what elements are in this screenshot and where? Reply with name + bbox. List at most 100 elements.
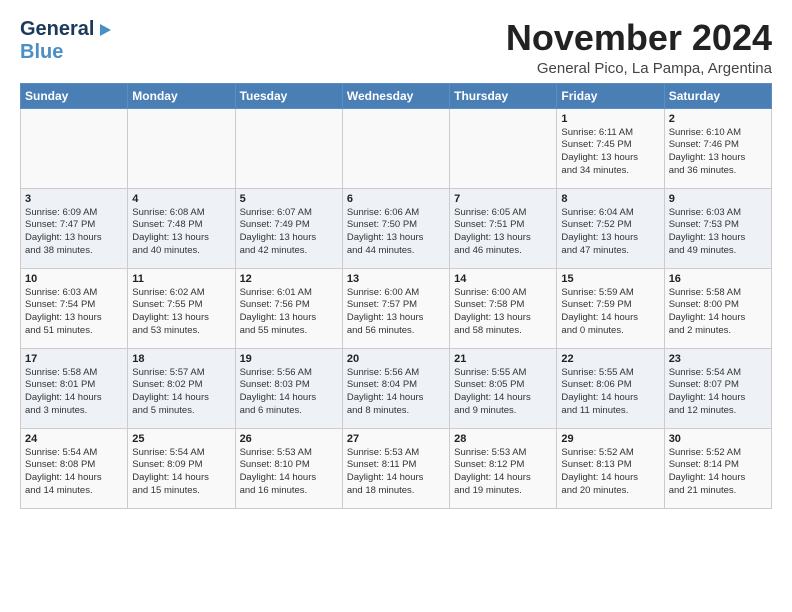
- cell-info: Sunrise: 5:53 AM Sunset: 8:11 PM Dayligh…: [347, 447, 445, 498]
- day-number: 18: [132, 353, 230, 365]
- calendar-cell: 26 Sunrise: 5:53 AM Sunset: 8:10 PM Dayli…: [235, 428, 342, 508]
- cell-info: Sunrise: 5:59 AM Sunset: 7:59 PM Dayligh…: [561, 287, 659, 338]
- cell-info: Sunrise: 6:00 AM Sunset: 7:58 PM Dayligh…: [454, 287, 552, 338]
- day-number: 28: [454, 433, 552, 445]
- calendar-cell: 10 Sunrise: 6:03 AM Sunset: 7:54 PM Dayli…: [21, 268, 128, 348]
- calendar-cell: 20 Sunrise: 5:56 AM Sunset: 8:04 PM Dayli…: [342, 348, 449, 428]
- calendar-cell: [450, 108, 557, 188]
- day-header-wednesday: Wednesday: [342, 83, 449, 108]
- cell-info: Sunrise: 6:01 AM Sunset: 7:56 PM Dayligh…: [240, 287, 338, 338]
- calendar-cell: 30Sunrise: 5:52 AM Sunset: 8:14 PM Dayli…: [664, 428, 771, 508]
- logo-blue-text: Blue: [20, 41, 63, 63]
- day-number: 7: [454, 193, 552, 205]
- calendar-cell: 3Sunrise: 6:09 AM Sunset: 7:47 PM Daylig…: [21, 188, 128, 268]
- cell-info: Sunrise: 6:06 AM Sunset: 7:50 PM Dayligh…: [347, 207, 445, 258]
- calendar-cell: 18 Sunrise: 5:57 AM Sunset: 8:02 PM Dayli…: [128, 348, 235, 428]
- cell-info: Sunrise: 6:00 AM Sunset: 7:57 PM Dayligh…: [347, 287, 445, 338]
- cell-info: Sunrise: 5:53 AM Sunset: 8:12 PM Dayligh…: [454, 447, 552, 498]
- calendar-cell: 2Sunrise: 6:10 AM Sunset: 7:46 PM Daylig…: [664, 108, 771, 188]
- day-number: 22: [561, 353, 659, 365]
- day-number: 25: [132, 433, 230, 445]
- day-number: 15: [561, 273, 659, 285]
- calendar-cell: 22 Sunrise: 5:55 AM Sunset: 8:06 PM Dayli…: [557, 348, 664, 428]
- calendar-cell: 8 Sunrise: 6:04 AM Sunset: 7:52 PM Daylig…: [557, 188, 664, 268]
- calendar-cell: 25 Sunrise: 5:54 AM Sunset: 8:09 PM Dayli…: [128, 428, 235, 508]
- day-number: 20: [347, 353, 445, 365]
- cell-info: Sunrise: 6:02 AM Sunset: 7:55 PM Dayligh…: [132, 287, 230, 338]
- week-row-1: 1 Sunrise: 6:11 AM Sunset: 7:45 PM Daylig…: [21, 108, 772, 188]
- calendar-cell: 5Sunrise: 6:07 AM Sunset: 7:49 PM Daylig…: [235, 188, 342, 268]
- cell-info: Sunrise: 5:53 AM Sunset: 8:10 PM Dayligh…: [240, 447, 338, 498]
- cell-info: Sunrise: 5:54 AM Sunset: 8:07 PM Dayligh…: [669, 367, 767, 418]
- main-title: November 2024: [506, 18, 772, 58]
- cell-info: Sunrise: 5:56 AM Sunset: 8:03 PM Dayligh…: [240, 367, 338, 418]
- subtitle: General Pico, La Pampa, Argentina: [506, 60, 772, 77]
- day-number: 24: [25, 433, 123, 445]
- calendar-cell: 9 Sunrise: 6:03 AM Sunset: 7:53 PM Daylig…: [664, 188, 771, 268]
- day-number: 14: [454, 273, 552, 285]
- day-number: 10: [25, 273, 123, 285]
- cell-info: Sunrise: 5:55 AM Sunset: 8:05 PM Dayligh…: [454, 367, 552, 418]
- cell-info: Sunrise: 5:56 AM Sunset: 8:04 PM Dayligh…: [347, 367, 445, 418]
- cell-info: Sunrise: 5:57 AM Sunset: 8:02 PM Dayligh…: [132, 367, 230, 418]
- title-block: November 2024 General Pico, La Pampa, Ar…: [506, 18, 772, 77]
- calendar-cell: 23 Sunrise: 5:54 AM Sunset: 8:07 PM Dayli…: [664, 348, 771, 428]
- calendar-cell: [128, 108, 235, 188]
- calendar-cell: 1 Sunrise: 6:11 AM Sunset: 7:45 PM Daylig…: [557, 108, 664, 188]
- cell-info: Sunrise: 6:07 AM Sunset: 7:49 PM Dayligh…: [240, 207, 338, 258]
- day-header-sunday: Sunday: [21, 83, 128, 108]
- cell-info: Sunrise: 6:11 AM Sunset: 7:45 PM Dayligh…: [561, 127, 659, 178]
- day-header-saturday: Saturday: [664, 83, 771, 108]
- calendar-table: SundayMondayTuesdayWednesdayThursdayFrid…: [20, 83, 772, 509]
- day-header-friday: Friday: [557, 83, 664, 108]
- cell-info: Sunrise: 5:55 AM Sunset: 8:06 PM Dayligh…: [561, 367, 659, 418]
- day-header-monday: Monday: [128, 83, 235, 108]
- header: General Blue November 2024 General Pico,…: [20, 18, 772, 77]
- calendar-cell: 15 Sunrise: 5:59 AM Sunset: 7:59 PM Dayli…: [557, 268, 664, 348]
- calendar-cell: 19 Sunrise: 5:56 AM Sunset: 8:03 PM Dayli…: [235, 348, 342, 428]
- calendar-cell: 13Sunrise: 6:00 AM Sunset: 7:57 PM Dayli…: [342, 268, 449, 348]
- calendar-cell: 24 Sunrise: 5:54 AM Sunset: 8:08 PM Dayli…: [21, 428, 128, 508]
- calendar-cell: 28 Sunrise: 5:53 AM Sunset: 8:12 PM Dayli…: [450, 428, 557, 508]
- day-number: 19: [240, 353, 338, 365]
- calendar-cell: [342, 108, 449, 188]
- calendar-cell: 17 Sunrise: 5:58 AM Sunset: 8:01 PM Dayli…: [21, 348, 128, 428]
- cell-info: Sunrise: 5:54 AM Sunset: 8:08 PM Dayligh…: [25, 447, 123, 498]
- day-number: 9: [669, 193, 767, 205]
- day-number: 21: [454, 353, 552, 365]
- day-header-tuesday: Tuesday: [235, 83, 342, 108]
- calendar-cell: 4 Sunrise: 6:08 AM Sunset: 7:48 PM Daylig…: [128, 188, 235, 268]
- cell-info: Sunrise: 6:08 AM Sunset: 7:48 PM Dayligh…: [132, 207, 230, 258]
- calendar-cell: [21, 108, 128, 188]
- calendar-cell: 7 Sunrise: 6:05 AM Sunset: 7:51 PM Daylig…: [450, 188, 557, 268]
- cell-info: Sunrise: 6:09 AM Sunset: 7:47 PM Dayligh…: [25, 207, 123, 258]
- cell-info: Sunrise: 5:58 AM Sunset: 8:00 PM Dayligh…: [669, 287, 767, 338]
- cell-info: Sunrise: 6:03 AM Sunset: 7:53 PM Dayligh…: [669, 207, 767, 258]
- cell-info: Sunrise: 6:04 AM Sunset: 7:52 PM Dayligh…: [561, 207, 659, 258]
- day-number: 26: [240, 433, 338, 445]
- calendar-cell: 12 Sunrise: 6:01 AM Sunset: 7:56 PM Dayli…: [235, 268, 342, 348]
- day-number: 23: [669, 353, 767, 365]
- day-number: 30: [669, 433, 767, 445]
- day-number: 29: [561, 433, 659, 445]
- header-row: SundayMondayTuesdayWednesdayThursdayFrid…: [21, 83, 772, 108]
- page: General Blue November 2024 General Pico,…: [0, 0, 792, 519]
- cell-info: Sunrise: 6:03 AM Sunset: 7:54 PM Dayligh…: [25, 287, 123, 338]
- calendar-cell: 16Sunrise: 5:58 AM Sunset: 8:00 PM Dayli…: [664, 268, 771, 348]
- cell-info: Sunrise: 5:54 AM Sunset: 8:09 PM Dayligh…: [132, 447, 230, 498]
- cell-info: Sunrise: 5:58 AM Sunset: 8:01 PM Dayligh…: [25, 367, 123, 418]
- logo-arrow-icon: [96, 21, 114, 39]
- cell-info: Sunrise: 6:05 AM Sunset: 7:51 PM Dayligh…: [454, 207, 552, 258]
- logo-general-text: General: [20, 18, 94, 41]
- day-number: 8: [561, 193, 659, 205]
- week-row-4: 17 Sunrise: 5:58 AM Sunset: 8:01 PM Dayli…: [21, 348, 772, 428]
- day-header-thursday: Thursday: [450, 83, 557, 108]
- day-number: 4: [132, 193, 230, 205]
- week-row-5: 24 Sunrise: 5:54 AM Sunset: 8:08 PM Dayli…: [21, 428, 772, 508]
- calendar-cell: 14 Sunrise: 6:00 AM Sunset: 7:58 PM Dayli…: [450, 268, 557, 348]
- day-number: 12: [240, 273, 338, 285]
- week-row-2: 3Sunrise: 6:09 AM Sunset: 7:47 PM Daylig…: [21, 188, 772, 268]
- day-number: 1: [561, 113, 659, 125]
- day-number: 17: [25, 353, 123, 365]
- day-number: 27: [347, 433, 445, 445]
